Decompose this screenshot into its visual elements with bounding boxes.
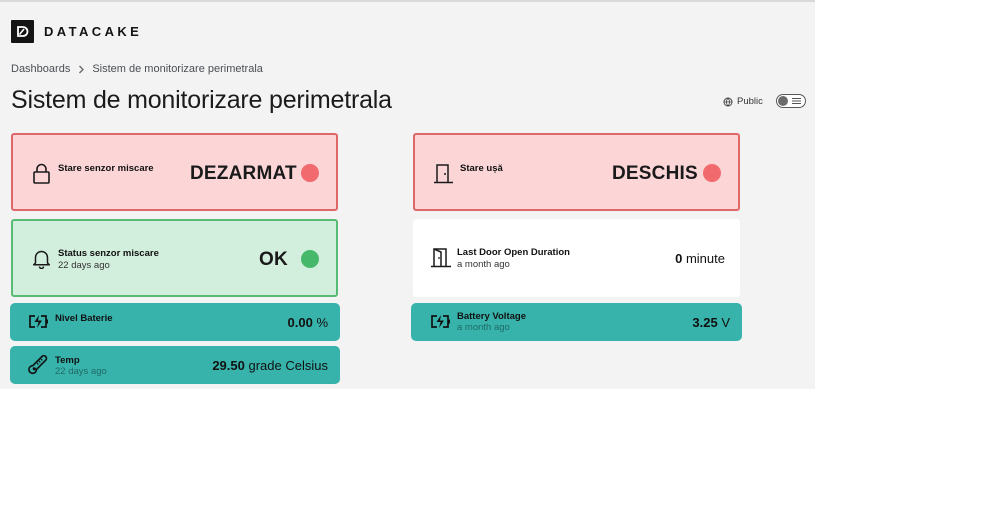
state-value: OK — [259, 249, 288, 270]
chevron-right-icon — [78, 65, 85, 74]
state-value: DEZARMAT — [190, 163, 297, 184]
widget-title: Stare ușă — [460, 163, 503, 174]
battery-charging-icon — [28, 314, 49, 329]
widget-title: Stare senzor miscare — [58, 163, 154, 174]
breadcrumb-dashboards-link[interactable]: Dashboards — [11, 63, 70, 75]
lock-icon — [32, 163, 51, 184]
door-open-icon — [430, 247, 452, 268]
last-updated: 22 days ago — [55, 366, 107, 377]
widget-title: Battery Voltage — [457, 311, 526, 322]
public-indicator: Public — [723, 96, 763, 107]
status-dot-red — [703, 164, 721, 182]
motion-state-widget[interactable]: Stare senzor miscare DEZARMAT — [11, 133, 338, 211]
toggle-knob — [778, 96, 788, 106]
widget-value: 0 minute — [675, 251, 725, 266]
battery-voltage-widget[interactable]: Battery Voltage a month ago 3.25 V — [411, 303, 742, 341]
value-number: 0.00 — [287, 315, 313, 330]
state-value: DESCHIS — [612, 163, 698, 184]
motion-status-widget[interactable]: Status senzor miscare 22 days ago OK — [11, 219, 338, 297]
door-icon — [433, 163, 454, 184]
value-unit: minute — [685, 251, 725, 266]
door-duration-widget[interactable]: Last Door Open Duration a month ago 0 mi… — [413, 219, 740, 297]
widget-title: Temp — [55, 355, 80, 366]
brand-name: DATACAKE — [44, 24, 143, 39]
widget-title: Last Door Open Duration — [457, 247, 570, 258]
status-dot-red — [301, 164, 319, 182]
battery-charging-icon — [430, 314, 451, 329]
door-state-widget[interactable]: Stare ușă DESCHIS — [413, 133, 740, 211]
value-unit: V — [721, 315, 730, 330]
last-updated: a month ago — [457, 259, 510, 270]
value-number: 3.25 — [692, 315, 718, 330]
battery-level-widget[interactable]: Nivel Baterie 0.00 % — [10, 303, 340, 341]
value-number: 0 — [675, 251, 683, 266]
globe-icon — [723, 97, 733, 106]
breadcrumb: Dashboards Sistem de monitorizare perime… — [11, 63, 263, 75]
status-dot-green — [301, 250, 319, 268]
temp-widget[interactable]: Temp 22 days ago 29.50 grade Celsius — [10, 346, 340, 384]
datacake-logo[interactable]: DATACAKE — [11, 20, 142, 43]
thermometer-icon — [28, 354, 49, 375]
public-toggle[interactable] — [776, 94, 806, 108]
sliders-icon — [792, 98, 801, 104]
widget-value: 29.50 grade Celsius — [212, 358, 328, 373]
widget-title: Nivel Baterie — [55, 313, 113, 324]
page-title: Sistem de monitorizare perimetrala — [11, 86, 392, 114]
datacake-logo-icon — [11, 20, 34, 43]
bell-icon — [32, 248, 51, 269]
breadcrumb-current: Sistem de monitorizare perimetrala — [92, 63, 263, 75]
value-number: 29.50 — [212, 358, 245, 373]
widget-value: 0.00 % — [288, 315, 329, 330]
dashboard-app: DATACAKE Dashboards Sistem de monitoriza… — [0, 0, 815, 389]
value-unit: grade Celsius — [248, 358, 329, 373]
value-unit: % — [316, 315, 328, 330]
public-label: Public — [737, 96, 763, 107]
last-updated: 22 days ago — [58, 260, 110, 271]
widget-title: Status senzor miscare — [58, 248, 159, 259]
last-updated: a month ago — [457, 322, 510, 333]
widget-value: 3.25 V — [692, 315, 730, 330]
